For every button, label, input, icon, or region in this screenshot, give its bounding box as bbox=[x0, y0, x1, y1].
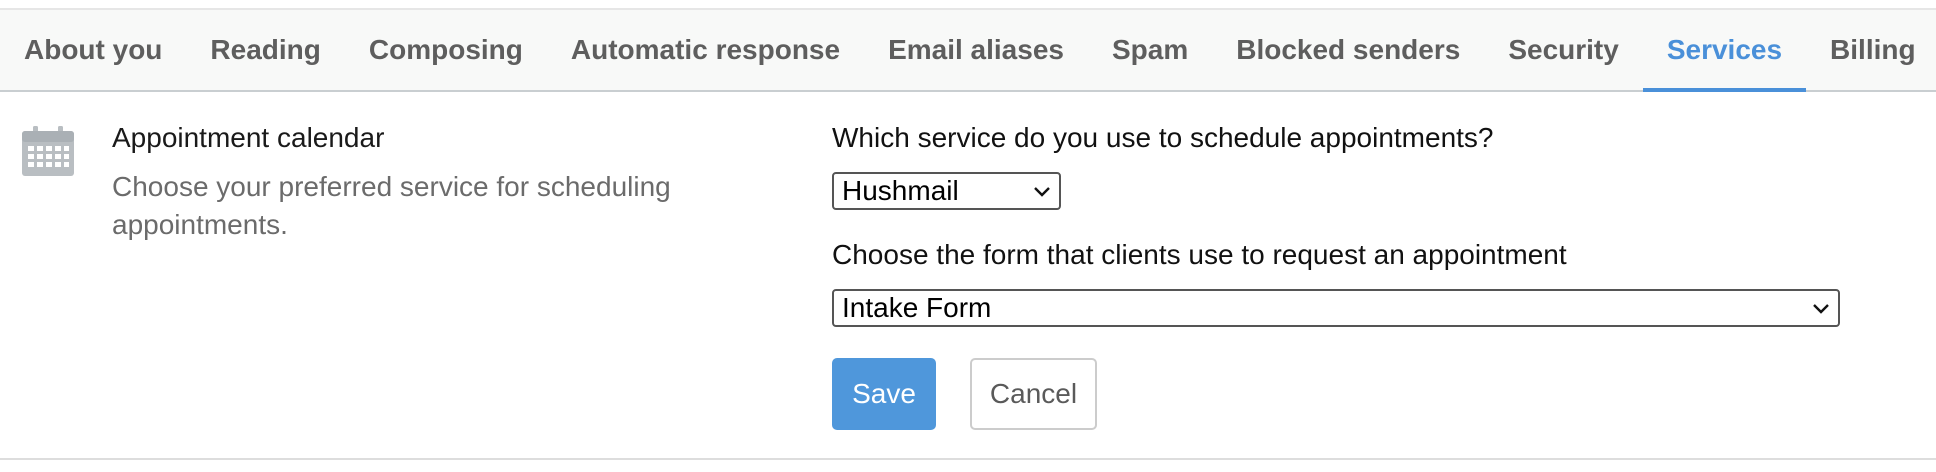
settings-tabs: About you Reading Composing Automatic re… bbox=[0, 8, 1936, 92]
service-select-value: Hushmail bbox=[842, 175, 959, 206]
tab-email-aliases[interactable]: Email aliases bbox=[864, 10, 1088, 90]
section-divider bbox=[0, 458, 1936, 460]
save-button[interactable]: Save bbox=[832, 358, 936, 430]
tab-automatic-response[interactable]: Automatic response bbox=[547, 10, 864, 90]
chevron-down-icon bbox=[1034, 187, 1050, 197]
section-title: Appointment calendar bbox=[112, 122, 385, 153]
cancel-button[interactable]: Cancel bbox=[970, 358, 1097, 430]
tab-services[interactable]: Services bbox=[1642, 10, 1807, 92]
service-label: Which service do you use to schedule app… bbox=[832, 122, 1494, 153]
form-label: Choose the form that clients use to requ… bbox=[832, 239, 1567, 270]
appointment-calendar-section: Appointment calendar Choose your preferr… bbox=[0, 92, 1936, 462]
tab-billing[interactable]: Billing bbox=[1806, 10, 1936, 90]
tab-about-you[interactable]: About you bbox=[0, 10, 186, 90]
tab-blocked-senders[interactable]: Blocked senders bbox=[1212, 10, 1484, 90]
chevron-down-icon bbox=[1813, 304, 1829, 314]
section-description: Choose your preferred service for schedu… bbox=[112, 171, 671, 240]
tab-reading[interactable]: Reading bbox=[186, 10, 344, 90]
calendar-icon bbox=[22, 126, 74, 176]
service-select[interactable]: Hushmail bbox=[832, 172, 1061, 210]
form-select[interactable]: Intake Form bbox=[832, 289, 1840, 327]
tab-spam[interactable]: Spam bbox=[1088, 10, 1212, 90]
tab-security[interactable]: Security bbox=[1484, 10, 1643, 90]
form-select-value: Intake Form bbox=[842, 292, 992, 323]
tab-composing[interactable]: Composing bbox=[345, 10, 547, 90]
